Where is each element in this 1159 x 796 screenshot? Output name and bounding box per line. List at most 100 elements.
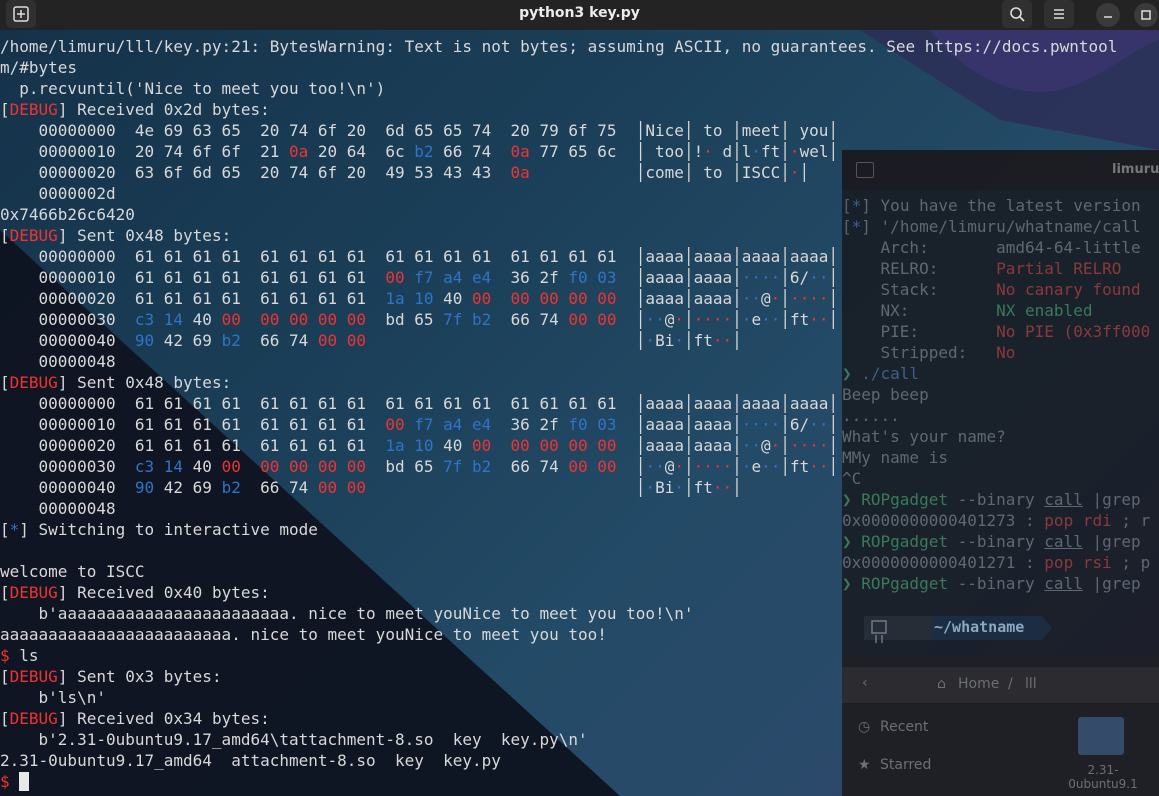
terminal-line: m/#bytes — [0, 57, 77, 78]
terminal-text: │ — [366, 478, 646, 497]
terminal-header-bar: python3 key.py — [0, 0, 1159, 30]
terminal-text: 00000048 — [0, 499, 116, 518]
minimize-button[interactable] — [1096, 3, 1120, 27]
starred-icon: ★ — [858, 757, 871, 773]
terminal-text: @ — [761, 436, 771, 455]
terminal-text: 00000040 — [0, 331, 135, 350]
terminal-text: b'2.31-0ubuntu9.17_amd64\tattachment-8.s… — [0, 730, 588, 749]
terminal-text: ; p — [1111, 553, 1151, 572]
terminal-line: [DEBUG] Received 0x34 bytes: — [0, 708, 270, 729]
terminal-text: No — [996, 343, 1016, 362]
terminal-text: b2 — [414, 142, 434, 161]
terminal-text: │ — [828, 310, 839, 329]
back-icon[interactable]: ‹ — [862, 675, 868, 691]
terminal-text: Stripped: — [842, 343, 997, 362]
terminal-line: 00000000 4e 69 63 65 20 74 6f 20 6d 65 6… — [0, 120, 839, 141]
terminal-line: [DEBUG] Sent 0x48 bytes: — [0, 372, 231, 393]
terminal-text: No PIE (0x3ff000 — [996, 322, 1151, 341]
terminal-text: 00000020 61 61 61 61 61 61 61 61 — [0, 289, 386, 308]
terminal-text: 90 — [134, 478, 155, 497]
window-title: python3 key.py — [519, 5, 640, 21]
terminal-text: --binary — [947, 532, 1045, 551]
terminal-text: --binary — [947, 574, 1045, 593]
terminal-line: 0x0000000000401273 : pop rdi ; r — [842, 510, 1150, 531]
terminal-text: ❯ — [842, 364, 862, 383]
terminal-text: ·· — [741, 289, 762, 308]
terminal-line: 00000040 90 42 69 b2 66 74 00 00 │·Bi·│f… — [0, 330, 742, 351]
terminal-text: ···· — [789, 436, 829, 455]
terminal-line: /home/limuru/lll/key.py:21: BytesWarning… — [0, 36, 1117, 57]
terminal-text: 00 — [472, 436, 492, 455]
terminal-text: [ — [0, 667, 10, 686]
terminal-line: 0x7466b26c6420 — [0, 204, 135, 225]
terminal-text: │ — [732, 310, 742, 329]
terminal-text: │aaaa│aaaa│ — [616, 415, 742, 434]
terminal-text: │ — [780, 289, 790, 308]
terminal-text: pop rsi — [1044, 553, 1112, 572]
terminal-text: │ — [616, 457, 646, 476]
path-folder[interactable]: lll — [1025, 676, 1037, 692]
terminal-text: ROPgadget — [861, 574, 948, 593]
terminal-text: 1a 10 — [385, 289, 434, 308]
terminal-text: 00 — [385, 415, 405, 434]
search-button[interactable] — [1002, 0, 1032, 28]
terminal-text: · — [703, 142, 713, 161]
terminal-text: │ — [828, 268, 839, 287]
terminal-text: 00 00 00 00 — [260, 310, 367, 329]
terminal-text: 66 74 — [240, 331, 318, 350]
terminal-text: @ — [664, 457, 675, 476]
terminal-line: p.recvuntil('Nice to meet you too!\n') — [0, 78, 385, 99]
sidebar-item-recent[interactable]: Recent — [880, 719, 928, 735]
terminal-text: 00 — [385, 268, 405, 287]
terminal-line: $ ls — [0, 645, 39, 666]
text-cursor — [19, 772, 30, 791]
terminal-text: ❯ — [842, 574, 862, 593]
terminal-text: · — [674, 478, 684, 497]
terminal-text: ] Sent 0x48 bytes: — [57, 373, 232, 392]
terminal-text: │ — [683, 310, 694, 329]
terminal-text: 7f b2 — [443, 310, 492, 329]
folder-icon[interactable] — [1078, 717, 1124, 755]
terminal-text: NX: — [842, 301, 997, 320]
terminal-text: call — [1044, 532, 1083, 551]
file-manager-pathbar: ‹ ⌂ Home / lll — [842, 667, 1159, 703]
terminal-text: 0x0000000000401273 : — [842, 511, 1045, 530]
terminal-text: 66 74 — [491, 310, 569, 329]
terminal-text: ·· — [761, 457, 781, 476]
path-home[interactable]: Home — [958, 676, 999, 692]
terminal-line: MMy name is — [842, 447, 948, 468]
desktop: limuru [*] You have the latest version [*… — [0, 0, 1159, 796]
terminal-text: [ — [0, 100, 10, 119]
terminal-text: 66 74 — [433, 142, 511, 161]
terminal-text: ❯ — [842, 490, 862, 509]
terminal-text: │6/ — [780, 268, 810, 287]
terminal-text: What's your name? — [842, 427, 1006, 446]
terminal-text: 00 00 — [568, 457, 617, 476]
maximize-button[interactable] — [1134, 3, 1158, 27]
terminal-text: 42 69 — [154, 478, 222, 497]
terminal-text: 00000020 63 6f 6d 65 20 74 6f 20 49 53 4… — [0, 163, 511, 182]
terminal-text: f0 03 — [568, 415, 617, 434]
terminal-line: [DEBUG] Sent 0x3 bytes: — [0, 666, 222, 687]
terminal-text: │come│ to │ISCC│ — [529, 163, 790, 182]
terminal-text: [ — [842, 217, 852, 236]
terminal-line: PIE: No PIE (0x3ff000 — [842, 321, 1151, 342]
terminal-line: [*] You have the latest version — [842, 195, 1141, 216]
terminal-text: bd 65 — [366, 457, 444, 476]
terminal-text: DEBUG — [9, 709, 58, 728]
new-tab-icon[interactable] — [856, 162, 874, 178]
terminal-text: ·· — [809, 268, 829, 287]
terminal-text: @ — [664, 310, 675, 329]
terminal-text: No canary found — [996, 280, 1141, 299]
background-file-manager[interactable]: ‹ ⌂ Home / lll ◷ Recent ★ Starred 2.31- … — [842, 655, 1159, 796]
terminal-text: 66 74 — [491, 457, 569, 476]
terminal-line: ^C — [842, 468, 861, 489]
sidebar-item-starred[interactable]: Starred — [880, 757, 931, 773]
menu-button[interactable] — [1044, 0, 1074, 28]
terminal-line: $ — [0, 771, 30, 792]
terminal-text: │ — [828, 457, 839, 476]
terminal-text: 00 — [472, 289, 492, 308]
terminal-text: 36 2f — [491, 415, 569, 434]
